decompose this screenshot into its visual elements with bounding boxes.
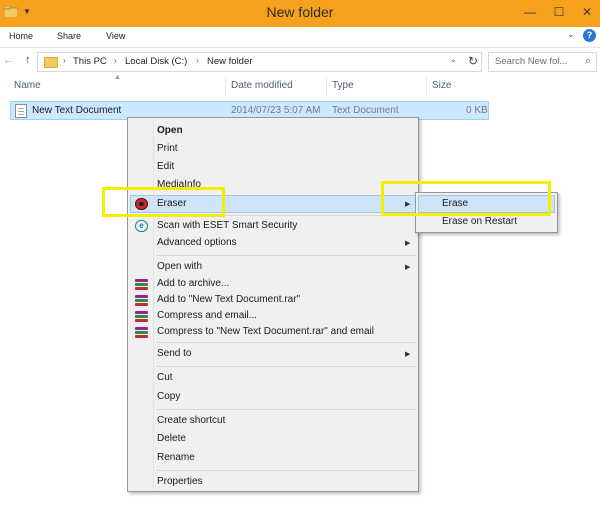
menu-gutter <box>153 120 154 490</box>
menu-separator <box>156 342 416 343</box>
expand-ribbon-icon[interactable]: ⌄ <box>567 29 575 40</box>
column-header-name[interactable]: Name <box>14 80 41 91</box>
annotation-box-erase <box>381 181 551 216</box>
search-icon[interactable]: ⌕ <box>585 55 591 68</box>
window-title: New folder <box>266 4 334 20</box>
submenu-arrow-icon: ▶ <box>405 351 411 358</box>
menu-item-add-to-archive[interactable]: Add to archive... <box>157 278 229 289</box>
winrar-icon <box>135 327 148 339</box>
context-menu: Open Print Edit MediaInfo Eraser ▶ e Sca… <box>127 117 419 492</box>
menu-separator <box>156 409 416 410</box>
breadcrumb-separator[interactable]: › <box>114 56 117 65</box>
column-divider[interactable] <box>326 76 327 96</box>
eset-icon: e <box>135 220 148 232</box>
navigation-bar: ← ↑ › This PC › Local Disk (C:) › New fo… <box>0 47 600 75</box>
file-size: 0 KB <box>466 105 488 116</box>
file-name: New Text Document <box>32 105 122 116</box>
tab-home[interactable]: Home <box>9 31 33 41</box>
winrar-icon <box>135 279 148 291</box>
menu-separator <box>156 255 416 256</box>
back-button[interactable]: ← <box>3 54 14 66</box>
help-icon[interactable]: ? <box>583 29 596 42</box>
maximize-button[interactable]: ☐ <box>546 0 572 27</box>
breadcrumb-separator[interactable]: › <box>196 56 199 65</box>
close-button[interactable]: ✕ <box>574 0 600 27</box>
menu-item-compress-rar-and-email[interactable]: Compress to "New Text Document.rar" and … <box>157 326 374 337</box>
column-divider[interactable] <box>225 76 226 96</box>
menu-separator <box>156 470 416 471</box>
text-document-icon <box>15 104 27 118</box>
address-bar[interactable]: › This PC › Local Disk (C:) › New folder… <box>37 52 482 72</box>
refresh-icon[interactable]: ↻ <box>468 54 478 68</box>
sort-ascending-icon: ▲ <box>114 74 121 81</box>
folder-icon <box>44 57 58 68</box>
submenu-arrow-icon: ▶ <box>405 240 411 247</box>
breadcrumb-local-disk[interactable]: Local Disk (C:) <box>125 56 187 67</box>
column-header-size[interactable]: Size <box>432 80 451 91</box>
winrar-icon <box>135 311 148 323</box>
column-header-type[interactable]: Type <box>332 80 354 91</box>
search-input[interactable]: Search New fol... ⌕ <box>488 52 597 72</box>
file-type: Text Document <box>332 105 399 116</box>
menu-item-edit[interactable]: Edit <box>157 161 174 172</box>
menu-item-create-shortcut[interactable]: Create shortcut <box>157 415 225 426</box>
menu-item-compress-and-email[interactable]: Compress and email... <box>157 310 257 321</box>
menu-item-advanced-options[interactable]: Advanced options <box>157 237 237 248</box>
menu-item-rename[interactable]: Rename <box>157 452 195 463</box>
menu-item-delete[interactable]: Delete <box>157 433 186 444</box>
annotation-box-eraser <box>102 187 225 217</box>
submenu-arrow-icon: ▶ <box>405 264 411 271</box>
tab-view[interactable]: View <box>106 31 125 41</box>
breadcrumb-separator[interactable]: › <box>63 56 66 65</box>
menu-item-cut[interactable]: Cut <box>157 372 173 383</box>
winrar-icon <box>135 295 148 307</box>
menu-item-scan-eset[interactable]: Scan with ESET Smart Security <box>157 220 297 231</box>
menu-separator <box>156 366 416 367</box>
menu-item-send-to[interactable]: Send to <box>157 348 191 359</box>
breadcrumb-this-pc[interactable]: This PC <box>73 56 107 67</box>
menu-item-copy[interactable]: Copy <box>157 391 180 402</box>
breadcrumb-new-folder[interactable]: New folder <box>207 56 252 67</box>
file-date: 2014/07/23 5:07 AM <box>231 105 321 116</box>
minimize-button[interactable]: — <box>517 0 543 27</box>
tab-share[interactable]: Share <box>57 31 81 41</box>
menu-item-add-to-rar[interactable]: Add to "New Text Document.rar" <box>157 294 300 305</box>
submenu-item-erase-on-restart[interactable]: Erase on Restart <box>442 216 517 227</box>
menu-item-print[interactable]: Print <box>157 143 178 154</box>
column-header-date-modified[interactable]: Date modified <box>231 80 293 91</box>
ribbon: Home Share View ⌄ ? <box>0 27 600 47</box>
address-dropdown-icon[interactable]: ⌄ <box>450 55 457 64</box>
menu-item-open[interactable]: Open <box>157 125 183 136</box>
up-button[interactable]: ↑ <box>25 54 31 66</box>
menu-item-open-with[interactable]: Open with <box>157 261 202 272</box>
menu-item-properties[interactable]: Properties <box>157 476 203 487</box>
title-bar: ▼ New folder — ☐ ✕ <box>0 0 600 27</box>
column-divider[interactable] <box>426 76 427 96</box>
search-placeholder: Search New fol... <box>495 56 568 67</box>
